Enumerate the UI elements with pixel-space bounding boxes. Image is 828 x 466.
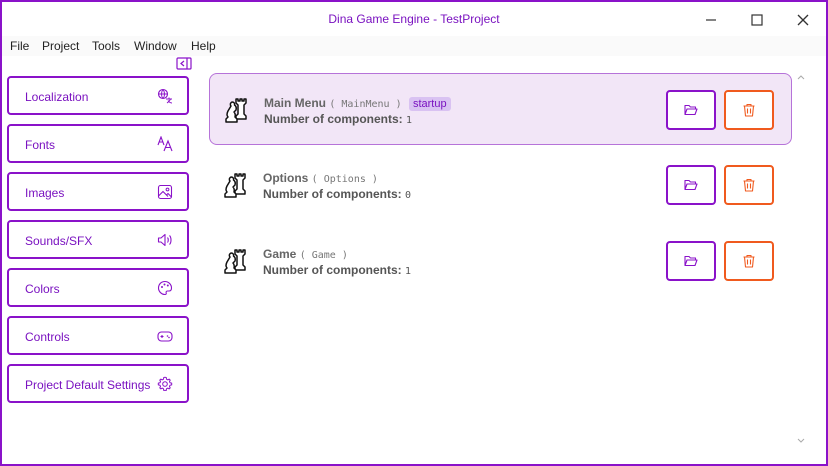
sidebar-item-fonts[interactable]: Fonts	[7, 124, 189, 163]
sidebar-item-label: Images	[25, 186, 65, 200]
open-scene-button[interactable]	[666, 241, 716, 281]
scene-title: Game ( Game )	[263, 247, 348, 261]
fonts-icon	[157, 136, 173, 152]
chess-pieces-icon	[224, 249, 246, 274]
chess-pieces-icon	[225, 98, 247, 123]
trash-icon	[743, 178, 755, 192]
scene-title: Main Menu ( MainMenu ) startup	[264, 96, 451, 111]
folder-open-icon	[684, 104, 698, 116]
collapse-sidebar-button[interactable]	[176, 57, 192, 71]
sidebar-item-label: Controls	[25, 330, 70, 344]
scene-name: Main Menu	[264, 96, 326, 110]
scrollbar[interactable]	[794, 72, 808, 464]
scene-component-count: Number of components: 1	[263, 263, 411, 277]
components-label: Number of components:	[263, 187, 402, 201]
components-label: Number of components:	[264, 112, 403, 126]
scene-name: Options	[263, 171, 309, 185]
scene-id: ( Options )	[311, 174, 378, 185]
sidebar-item-project-default-settings[interactable]: Project Default Settings	[7, 364, 189, 403]
palette-icon	[157, 280, 173, 296]
scene-id: ( Game )	[299, 250, 348, 261]
delete-scene-button[interactable]	[724, 90, 774, 130]
scene-item-options[interactable]: Options ( Options ) Number of components…	[209, 149, 792, 221]
sidebar-item-label: Sounds/SFX	[25, 234, 93, 248]
sidebar-item-localization[interactable]: Localization	[7, 76, 189, 115]
sidebar-item-controls[interactable]: Controls	[7, 316, 189, 355]
app-window: Dina Game Engine - TestProject File Proj…	[2, 2, 826, 464]
menu-window[interactable]: Window	[134, 39, 177, 53]
folder-open-icon	[684, 255, 698, 267]
startup-badge: startup	[408, 97, 451, 111]
menu-project[interactable]: Project	[42, 39, 79, 53]
open-scene-button[interactable]	[666, 90, 716, 130]
delete-scene-button[interactable]	[724, 241, 774, 281]
sidebar-item-label: Fonts	[25, 138, 56, 152]
trash-icon	[743, 254, 755, 268]
image-icon	[157, 184, 173, 200]
menu-bar: File Project Tools Window Help	[2, 36, 826, 56]
sidebar-item-images[interactable]: Images	[7, 172, 189, 211]
title-bar: Dina Game Engine - TestProject	[2, 2, 826, 36]
scene-item-main-menu[interactable]: Main Menu ( MainMenu ) startup Number of…	[209, 73, 792, 145]
scrollbar-arrows	[797, 75, 805, 443]
collapse-sidebar-icon	[176, 57, 192, 70]
menu-tools[interactable]: Tools	[92, 39, 120, 53]
sidebar-item-colors[interactable]: Colors	[7, 268, 189, 307]
gamepad-icon	[157, 331, 173, 342]
menu-file[interactable]: File	[10, 39, 29, 53]
components-label: Number of components:	[263, 263, 402, 277]
scene-id: ( MainMenu )	[329, 99, 402, 110]
components-count: 1	[406, 115, 413, 126]
sound-icon	[157, 233, 172, 247]
open-scene-button[interactable]	[666, 165, 716, 205]
scene-title: Options ( Options )	[263, 171, 378, 185]
localization-icon	[157, 88, 173, 104]
maximize-icon	[751, 14, 763, 26]
sidebar-item-sounds[interactable]: Sounds/SFX	[7, 220, 189, 259]
gear-icon	[157, 376, 173, 391]
main-content: Localization Fonts Images Sounds/SFX Col…	[2, 56, 826, 464]
sidebar-item-label: Localization	[25, 90, 89, 104]
scene-item-game[interactable]: Game ( Game ) Number of components: 1	[209, 225, 792, 297]
components-count: 0	[405, 190, 412, 201]
delete-scene-button[interactable]	[724, 165, 774, 205]
menu-help[interactable]: Help	[191, 39, 216, 53]
maximize-button[interactable]	[734, 6, 780, 34]
scene-name: Game	[263, 247, 297, 261]
minimize-button[interactable]	[688, 6, 734, 34]
chess-pieces-icon	[224, 173, 246, 198]
sidebar-item-label: Colors	[25, 282, 60, 296]
scene-component-count: Number of components: 1	[264, 112, 412, 126]
scene-component-count: Number of components: 0	[263, 187, 411, 201]
components-count: 1	[405, 266, 412, 277]
trash-icon	[743, 103, 755, 117]
minimize-icon	[706, 19, 716, 21]
close-button[interactable]	[780, 6, 826, 34]
sidebar-item-label: Project Default Settings	[25, 378, 151, 392]
folder-open-icon	[684, 179, 698, 191]
close-icon	[797, 14, 809, 26]
